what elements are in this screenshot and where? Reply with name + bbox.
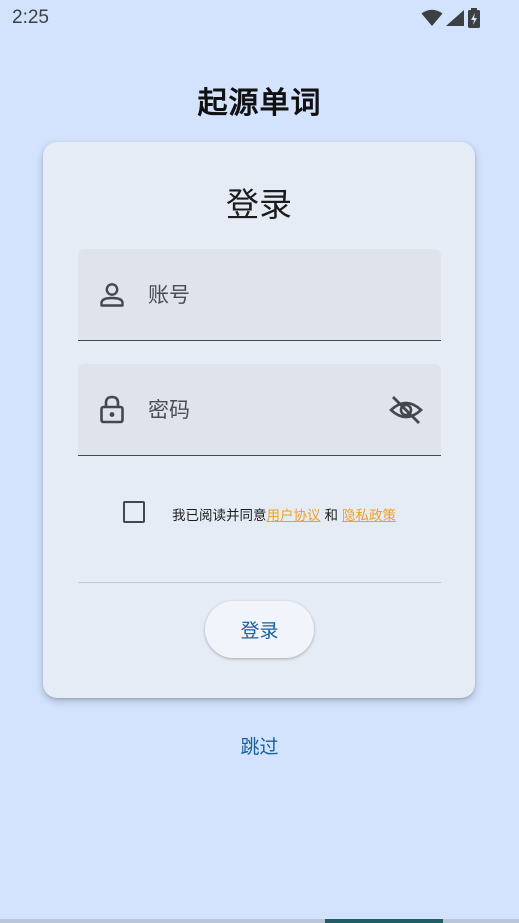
account-field[interactable]: [78, 249, 441, 341]
visibility-off-icon[interactable]: [389, 395, 423, 425]
login-button[interactable]: 登录: [205, 601, 314, 658]
agreement-checkbox[interactable]: [123, 501, 145, 523]
app-title: 起源单词: [197, 86, 322, 121]
user-agreement-link[interactable]: 用户协议: [267, 508, 321, 524]
password-input[interactable]: [148, 390, 378, 430]
agreement-text: 我已阅读并同意用户协议和隐私政策: [172, 504, 396, 524]
agreement-row: 我已阅读并同意用户协议和隐私政策: [123, 500, 443, 530]
status-time: 2:25: [12, 7, 49, 28]
lock-icon: [100, 395, 124, 424]
privacy-policy-link[interactable]: 隐私政策: [342, 508, 396, 524]
account-input[interactable]: [148, 275, 378, 315]
status-bar: 2:25: [0, 0, 519, 36]
login-title: 登录: [226, 185, 292, 224]
wifi-icon: [421, 9, 443, 26]
status-icons: [421, 8, 481, 28]
login-card: 登录 我已阅读并同意用户协议和隐私政策: [43, 142, 475, 698]
password-field[interactable]: [78, 364, 441, 456]
bottom-accent: [325, 919, 443, 923]
skip-link[interactable]: 跳过: [0, 732, 519, 759]
divider: [78, 582, 441, 583]
agreement-prefix: 我已阅读并同意: [172, 508, 267, 524]
agreement-conjunction: 和: [324, 508, 339, 524]
person-icon: [100, 283, 124, 307]
signal-icon: [446, 10, 464, 26]
battery-icon: [468, 8, 480, 28]
login-screen: 2:25 起源单词 登录 账号 我已阅读并同意用户协议 和 隐私政策 登录 跳过: [0, 0, 519, 923]
